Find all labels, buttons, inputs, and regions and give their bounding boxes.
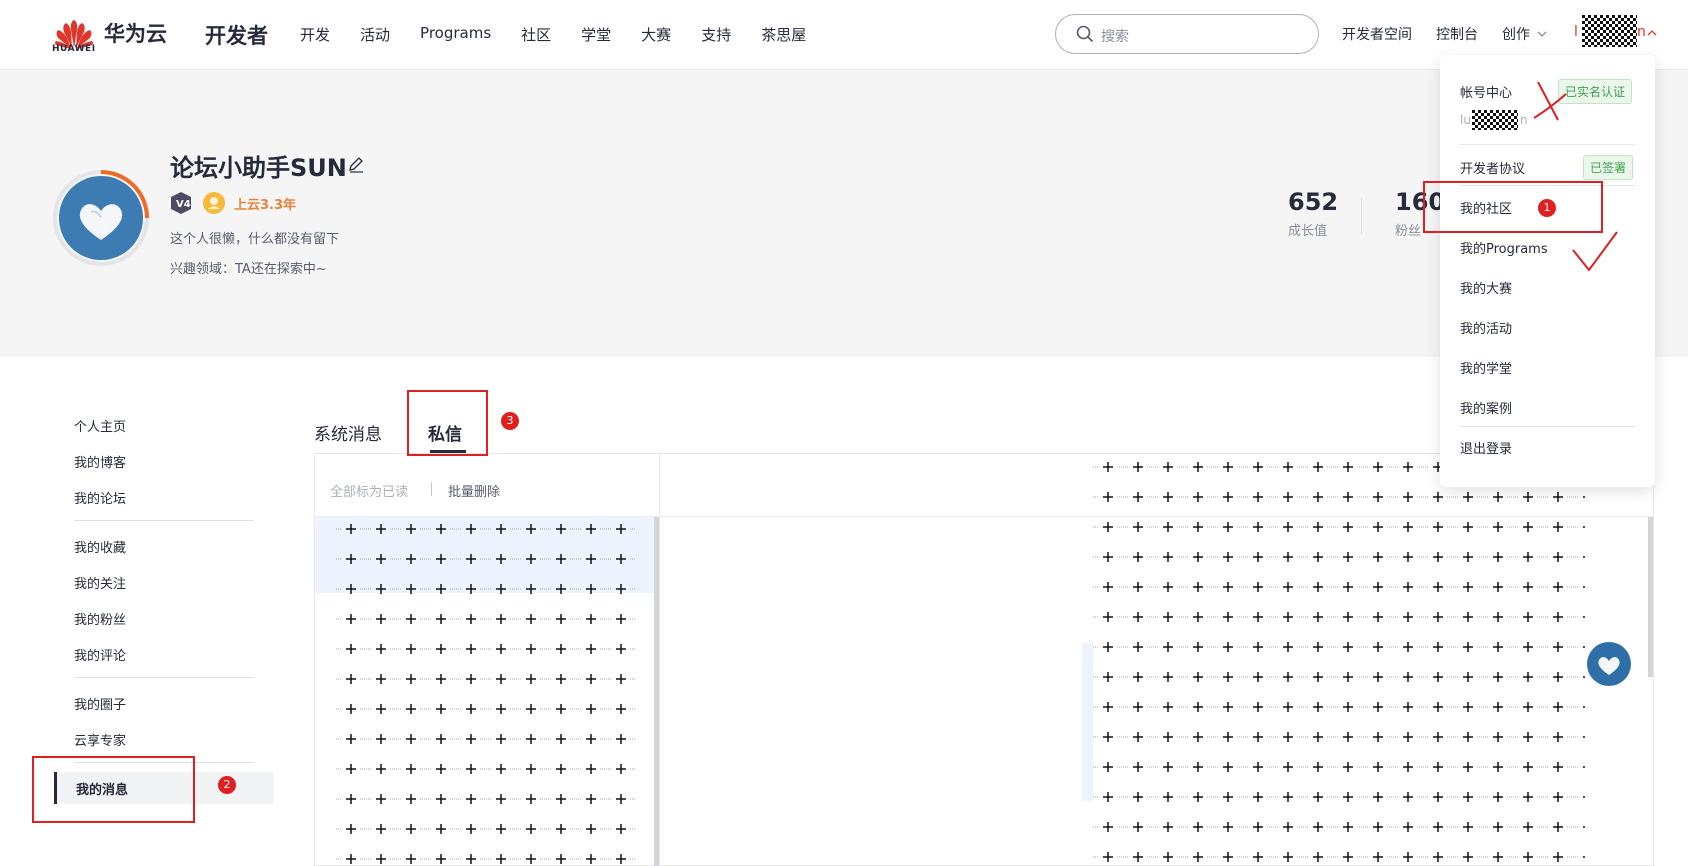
list-scrollbar[interactable] (654, 517, 659, 866)
mark-all-read-button[interactable]: 全部标为已读 (330, 481, 408, 500)
followers-label: 粉丝 (1395, 224, 1422, 239)
nav-item[interactable]: 开发 (300, 24, 330, 45)
dropdown-my-academy[interactable]: 我的学堂 (1460, 358, 1512, 377)
sidebar-item-comments[interactable]: 我的评论 (74, 645, 126, 664)
brand-name[interactable]: 华为云 (104, 18, 167, 48)
profile-interest: 兴趣领域：TA还在探索中~ (170, 262, 327, 277)
nav-item[interactable]: 社区 (521, 24, 551, 45)
stats-divider (1361, 198, 1362, 234)
console-link[interactable]: 控制台 (1436, 24, 1478, 44)
dropdown-username-end: n (1520, 113, 1528, 127)
dropdown-my-activities[interactable]: 我的活动 (1460, 318, 1512, 337)
redacted-conversation-content (1093, 458, 1585, 866)
logo-subtext: HUAWEI (52, 44, 96, 54)
batch-delete-button[interactable]: 批量删除 (448, 481, 500, 500)
sidebar-item-home[interactable]: 个人主页 (74, 416, 126, 435)
signed-badge: 已签署 (1583, 155, 1634, 180)
dropdown-divider (1460, 144, 1635, 145)
nav-item[interactable]: 茶思屋 (761, 24, 806, 45)
sidebar-item-circles[interactable]: 我的圈子 (74, 694, 126, 713)
tab-system-messages[interactable]: 系统消息 (314, 420, 382, 445)
search-input[interactable]: 搜索 (1055, 14, 1319, 54)
floating-avatar-icon[interactable] (1586, 641, 1632, 687)
toolbar-separator (431, 482, 432, 496)
sidebar-item-expert[interactable]: 云享专家 (74, 730, 126, 749)
dropdown-my-programs[interactable]: 我的Programs (1460, 238, 1548, 257)
panel-divider (659, 453, 660, 866)
search-icon (1076, 25, 1094, 43)
profile-bio: 这个人很懒，什么都没有留下 (170, 232, 340, 247)
edit-icon[interactable] (346, 154, 366, 174)
svg-text:V4: V4 (176, 199, 191, 210)
dev-space-link[interactable]: 开发者空间 (1342, 24, 1412, 44)
search-placeholder: 搜索 (1101, 29, 1129, 45)
cloud-badge-icon[interactable] (202, 191, 226, 215)
sidebar-item-fans[interactable]: 我的粉丝 (74, 609, 126, 628)
annotation-box-3 (407, 390, 488, 456)
user-name-end[interactable]: n (1637, 24, 1646, 40)
cross-mark-icon (1533, 81, 1567, 121)
create-menu[interactable]: 创作 (1502, 24, 1530, 44)
profile-name: 论坛小助手SUN (170, 154, 347, 182)
user-name-start[interactable]: l (1574, 24, 1578, 40)
account-center-link[interactable]: 帐号中心 (1460, 82, 1512, 101)
redacted-conversation-list[interactable] (336, 520, 636, 866)
annotation-badge-3: 3 (501, 412, 519, 430)
annotation-badge-2: 2 (218, 776, 236, 794)
sidebar-item-forum[interactable]: 我的论坛 (74, 488, 126, 507)
dev-agreement-link[interactable]: 开发者协议 (1460, 158, 1525, 177)
level-v4-icon[interactable]: V4 (170, 191, 192, 215)
annotation-box-1 (1423, 181, 1603, 233)
sidebar-item-blog[interactable]: 我的博客 (74, 452, 126, 471)
nav-item[interactable]: 学堂 (581, 24, 611, 45)
cloud-years-label: 上云3.3年 (234, 198, 297, 213)
dropdown-my-contests[interactable]: 我的大赛 (1460, 278, 1512, 297)
annotation-box-2 (32, 756, 195, 823)
growth-label: 成长值 (1288, 224, 1328, 239)
nav-item[interactable]: Programs (420, 24, 491, 45)
nav-item[interactable]: 支持 (701, 24, 731, 45)
sidebar-divider (74, 677, 254, 678)
developer-title[interactable]: 开发者 (205, 20, 268, 50)
nav-item[interactable]: 活动 (360, 24, 390, 45)
content-scrollbar[interactable] (1648, 517, 1653, 677)
check-mark-icon (1572, 231, 1618, 272)
logout-button[interactable]: 退出登录 (1460, 438, 1512, 457)
nav-item[interactable]: 大赛 (641, 24, 671, 45)
message-bubble-edge (1082, 643, 1093, 801)
annotation-badge-1: 1 (1538, 199, 1556, 217)
dropdown-username-start: lu (1460, 113, 1471, 127)
main-nav: 开发 活动 Programs 社区 学堂 大赛 支持 茶思屋 (300, 24, 836, 45)
chevron-down-icon (1537, 31, 1547, 37)
dropdown-my-cases[interactable]: 我的案例 (1460, 398, 1512, 417)
chevron-up-icon (1647, 30, 1657, 36)
avatar[interactable] (53, 170, 149, 266)
masked-username[interactable] (1582, 15, 1637, 47)
sidebar-item-favorites[interactable]: 我的收藏 (74, 537, 126, 556)
growth-value[interactable]: 652 (1288, 188, 1338, 216)
sidebar-divider (74, 520, 254, 521)
dropdown-divider (1460, 426, 1635, 427)
masked-account-name (1472, 110, 1518, 130)
sidebar-item-following[interactable]: 我的关注 (74, 573, 126, 592)
top-navigation: HUAWEI 华为云 开发者 开发 活动 Programs 社区 学堂 大赛 支… (0, 0, 1688, 70)
